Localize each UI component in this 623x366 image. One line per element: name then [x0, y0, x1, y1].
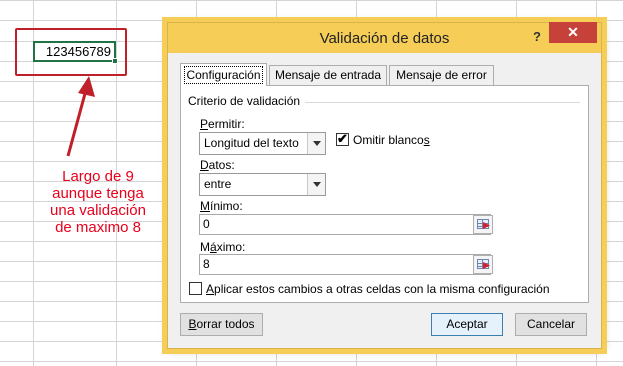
tab-panel-configuracion: Criterio de validación Permitir: Longitu… [180, 85, 589, 303]
group-label: Criterio de validación [188, 94, 301, 108]
cancelar-button[interactable]: Cancelar [515, 313, 587, 336]
minimo-input[interactable]: 0 [199, 214, 491, 235]
omitir-blancos-label[interactable]: Omitir blancos [353, 133, 430, 147]
minimo-range-picker-icon[interactable] [473, 215, 493, 234]
tab-label: Configuración [184, 66, 263, 84]
data-validation-dialog: Validación de datos ? ✕ Configuración Me… [167, 22, 602, 349]
minimo-value: 0 [203, 217, 210, 231]
omitir-blancos-checkbox[interactable]: ✔ [336, 131, 349, 146]
datos-value: entre [204, 177, 232, 191]
annotation-text: Largo de 9 aunque tenga una validación d… [38, 168, 158, 236]
annotation-line: aunque tenga [52, 185, 144, 202]
tab-label: Mensaje de error [396, 68, 487, 82]
apply-all-checkbox[interactable] [189, 282, 202, 295]
apply-all-label[interactable]: Aplicar estos cambios a otras celdas con… [206, 282, 550, 296]
fill-handle[interactable] [112, 58, 118, 64]
chevron-down-icon [307, 133, 325, 154]
tab-label: Mensaje de entrada [274, 68, 382, 82]
maximo-range-picker-icon[interactable] [473, 255, 493, 274]
annotation-line: una validación [50, 202, 146, 219]
aceptar-button[interactable]: Aceptar [431, 313, 503, 336]
selected-cell[interactable]: 123456789 [33, 41, 118, 64]
annotation-line: de maximo 8 [55, 219, 141, 236]
dialog-titlebar[interactable]: Validación de datos ? ✕ [168, 22, 601, 53]
tab-mensaje-entrada[interactable]: Mensaje de entrada [269, 65, 387, 85]
datos-label: Datos: [200, 158, 235, 172]
checkmark-icon: ✔ [337, 131, 348, 146]
cell-value-text: 123456789 [45, 44, 111, 59]
maximo-value: 8 [203, 257, 210, 271]
datos-select[interactable]: entre [199, 173, 326, 196]
annotation-arrow-icon [66, 76, 95, 157]
tab-mensaje-error[interactable]: Mensaje de error [389, 65, 494, 85]
permitir-select[interactable]: Longitud del texto [199, 132, 326, 155]
close-icon[interactable]: ✕ [549, 22, 597, 43]
maximo-label: Máximo: [200, 240, 246, 254]
group-divider [305, 102, 580, 103]
maximo-input[interactable]: 8 [199, 254, 491, 275]
borrar-todos-button[interactable]: Borrar todos [180, 313, 263, 336]
chevron-down-icon [307, 174, 325, 195]
permitir-label: Permitir: [200, 117, 245, 131]
tab-configuracion[interactable]: Configuración [180, 63, 267, 86]
permitir-value: Longitud del texto [204, 136, 299, 150]
annotation-line: Largo de 9 [62, 168, 134, 185]
help-icon[interactable]: ? [530, 29, 544, 45]
minimo-label: Mínimo: [200, 199, 243, 213]
